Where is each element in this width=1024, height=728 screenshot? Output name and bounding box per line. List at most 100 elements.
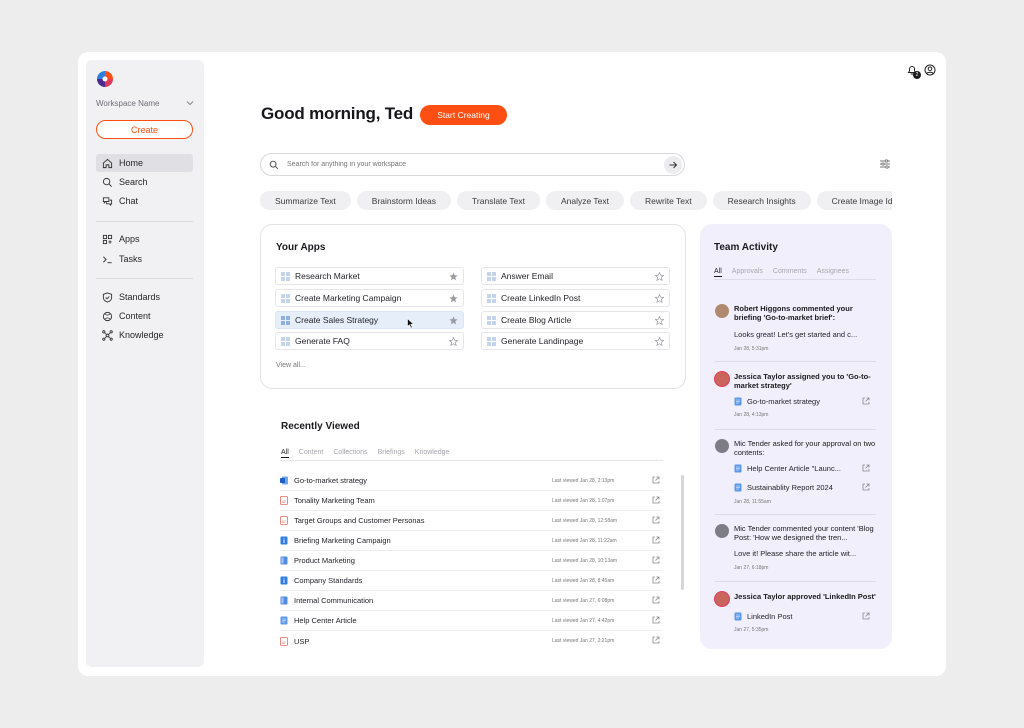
app-label: Create Marketing Campaign <box>295 293 402 303</box>
table-row[interactable]: Briefing Marketing Campaign Last viewed … <box>280 531 662 551</box>
app-research-market[interactable]: Research Market <box>275 267 464 285</box>
sidebar-item-home[interactable]: Home <box>96 154 193 172</box>
chip-translate-text[interactable]: Translate Text <box>457 191 540 210</box>
activity-item[interactable]: Mic Tender commented your content 'Blog … <box>715 524 877 574</box>
app-label: Create Sales Strategy <box>295 315 379 325</box>
user-profile-icon[interactable] <box>924 64 936 76</box>
chip-analyze-text[interactable]: Analyze Text <box>545 191 624 210</box>
word-document-icon <box>280 476 288 485</box>
external-link-icon[interactable] <box>652 616 660 624</box>
star-outline-icon[interactable] <box>655 316 664 325</box>
external-link-icon[interactable] <box>862 464 870 472</box>
star-outline-icon[interactable] <box>655 294 664 303</box>
app-grid-icon <box>487 293 496 303</box>
tab-all[interactable]: All <box>714 268 722 277</box>
tab-all[interactable]: All <box>281 449 289 458</box>
tab-knowledge[interactable]: Knowledge <box>415 449 450 458</box>
start-creating-button[interactable]: Start Creating <box>420 105 507 125</box>
avatar <box>715 592 729 606</box>
document-icon <box>734 464 742 473</box>
activity-document[interactable]: Help Center Article "Launc... <box>734 464 870 473</box>
table-row[interactable]: USP Last viewed Jan 27, 2:21pm <box>280 631 662 651</box>
app-grid-icon <box>281 336 290 346</box>
table-row[interactable]: Go-to-market strategy Last viewed Jan 28… <box>280 471 662 491</box>
tab-comments[interactable]: Comments <box>773 268 807 277</box>
create-button[interactable]: Create <box>96 120 193 139</box>
activity-item[interactable]: Jessica Taylor assigned you to 'Go-to-ma… <box>715 372 877 422</box>
chip-create-image-ideas[interactable]: Create Image Ide <box>816 191 892 210</box>
sidebar-item-chat[interactable]: Chat <box>96 192 193 210</box>
app-generate-faq[interactable]: Generate FAQ <box>275 332 464 350</box>
external-link-icon[interactable] <box>652 556 660 564</box>
table-row[interactable]: Tonality Marketing Team Last viewed Jan … <box>280 491 662 511</box>
sidebar-item-knowledge[interactable]: Knowledge <box>96 326 193 344</box>
star-filled-icon[interactable] <box>449 316 458 325</box>
table-row[interactable]: Target Groups and Customer Personas Last… <box>280 511 662 531</box>
activity-item[interactable]: Jessica Taylor approved 'LinkedIn Post' … <box>715 592 877 637</box>
table-row[interactable]: Product Marketing Last viewed Jan 28, 10… <box>280 551 662 571</box>
external-link-icon[interactable] <box>862 483 870 491</box>
app-create-sales-strategy[interactable]: Create Sales Strategy <box>275 311 464 329</box>
tab-assignees[interactable]: Assignees <box>817 268 849 277</box>
tab-content[interactable]: Content <box>299 449 324 458</box>
activity-date: Jan 28, 11:55am <box>734 499 771 505</box>
app-create-linkedin-post[interactable]: Create LinkedIn Post <box>481 289 670 307</box>
tab-briefings[interactable]: Briefings <box>378 449 405 458</box>
activity-date: Jan 28, 5:31pm <box>734 346 769 352</box>
table-row[interactable]: Internal Communication Last viewed Jan 2… <box>280 591 662 611</box>
search-submit-button[interactable] <box>664 155 682 174</box>
star-outline-icon[interactable] <box>655 272 664 281</box>
tab-collections[interactable]: Collections <box>333 449 367 458</box>
workspace-selector[interactable]: Workspace Name <box>96 97 194 109</box>
table-row[interactable]: Help Center Article Last viewed Jan 27, … <box>280 611 662 631</box>
tab-approvals[interactable]: Approvals <box>732 268 763 277</box>
external-link-icon[interactable] <box>862 397 870 405</box>
chip-brainstorm-ideas[interactable]: Brainstorm Ideas <box>356 191 452 210</box>
star-outline-icon[interactable] <box>449 337 458 346</box>
search-input[interactable] <box>287 161 656 168</box>
external-link-icon[interactable] <box>652 516 660 524</box>
sidebar-item-apps[interactable]: Apps <box>96 230 193 248</box>
recently-viewed-title: Recently Viewed <box>281 421 360 432</box>
filter-settings-icon[interactable] <box>879 158 891 170</box>
activity-item[interactable]: Robert Higgons commented your briefing '… <box>715 304 877 354</box>
app-answer-email[interactable]: Answer Email <box>481 267 670 285</box>
external-link-icon[interactable] <box>862 612 870 620</box>
chip-research-insights[interactable]: Research Insights <box>712 191 811 210</box>
row-time: Last viewed Jan 28, 2:13pm <box>552 477 615 484</box>
external-link-icon[interactable] <box>652 496 660 504</box>
row-time: Last viewed Jan 27, 6:08pm <box>552 597 615 604</box>
app-generate-landinpage[interactable]: Generate Landinpage <box>481 332 670 350</box>
sidebar-item-content[interactable]: Content <box>96 307 193 325</box>
app-create-blog-article[interactable]: Create Blog Article <box>481 311 670 329</box>
chip-summarize-text[interactable]: Summarize Text <box>260 191 351 210</box>
external-link-icon[interactable] <box>652 596 660 604</box>
apps-icon <box>102 234 113 244</box>
info-document-icon <box>280 536 288 545</box>
app-grid-icon <box>281 293 290 303</box>
sidebar-item-standards[interactable]: Standards <box>96 288 193 306</box>
view-all-apps-link[interactable]: View all... <box>276 362 306 369</box>
external-link-icon[interactable] <box>652 536 660 544</box>
activity-item[interactable]: Mic Tender asked for your approval on tw… <box>715 439 877 509</box>
app-label: Generate Landinpage <box>501 336 584 346</box>
pdf-document-icon <box>280 496 288 505</box>
recently-viewed-scrollbar[interactable] <box>681 475 684 590</box>
activity-document[interactable]: LinkedIn Post <box>734 612 870 621</box>
app-create-marketing-campaign[interactable]: Create Marketing Campaign <box>275 289 464 307</box>
sidebar-item-search[interactable]: Search <box>96 173 193 191</box>
chip-rewrite-text[interactable]: Rewrite Text <box>630 191 707 210</box>
activity-document[interactable]: Sustainablity Report 2024 <box>734 483 870 492</box>
sidebar-item-label: Apps <box>119 234 140 244</box>
sidebar-item-tasks[interactable]: Tasks <box>96 250 193 268</box>
external-link-icon[interactable] <box>652 636 660 644</box>
star-outline-icon[interactable] <box>655 337 664 346</box>
star-filled-icon[interactable] <box>449 272 458 281</box>
activity-document[interactable]: Go-to-market strategy <box>734 397 870 406</box>
team-activity-title: Team Activity <box>714 242 778 253</box>
document-icon <box>280 616 288 625</box>
table-row[interactable]: Company Standards Last viewed Jan 28, 8:… <box>280 571 662 591</box>
external-link-icon[interactable] <box>652 576 660 584</box>
external-link-icon[interactable] <box>652 476 660 484</box>
star-filled-icon[interactable] <box>449 294 458 303</box>
